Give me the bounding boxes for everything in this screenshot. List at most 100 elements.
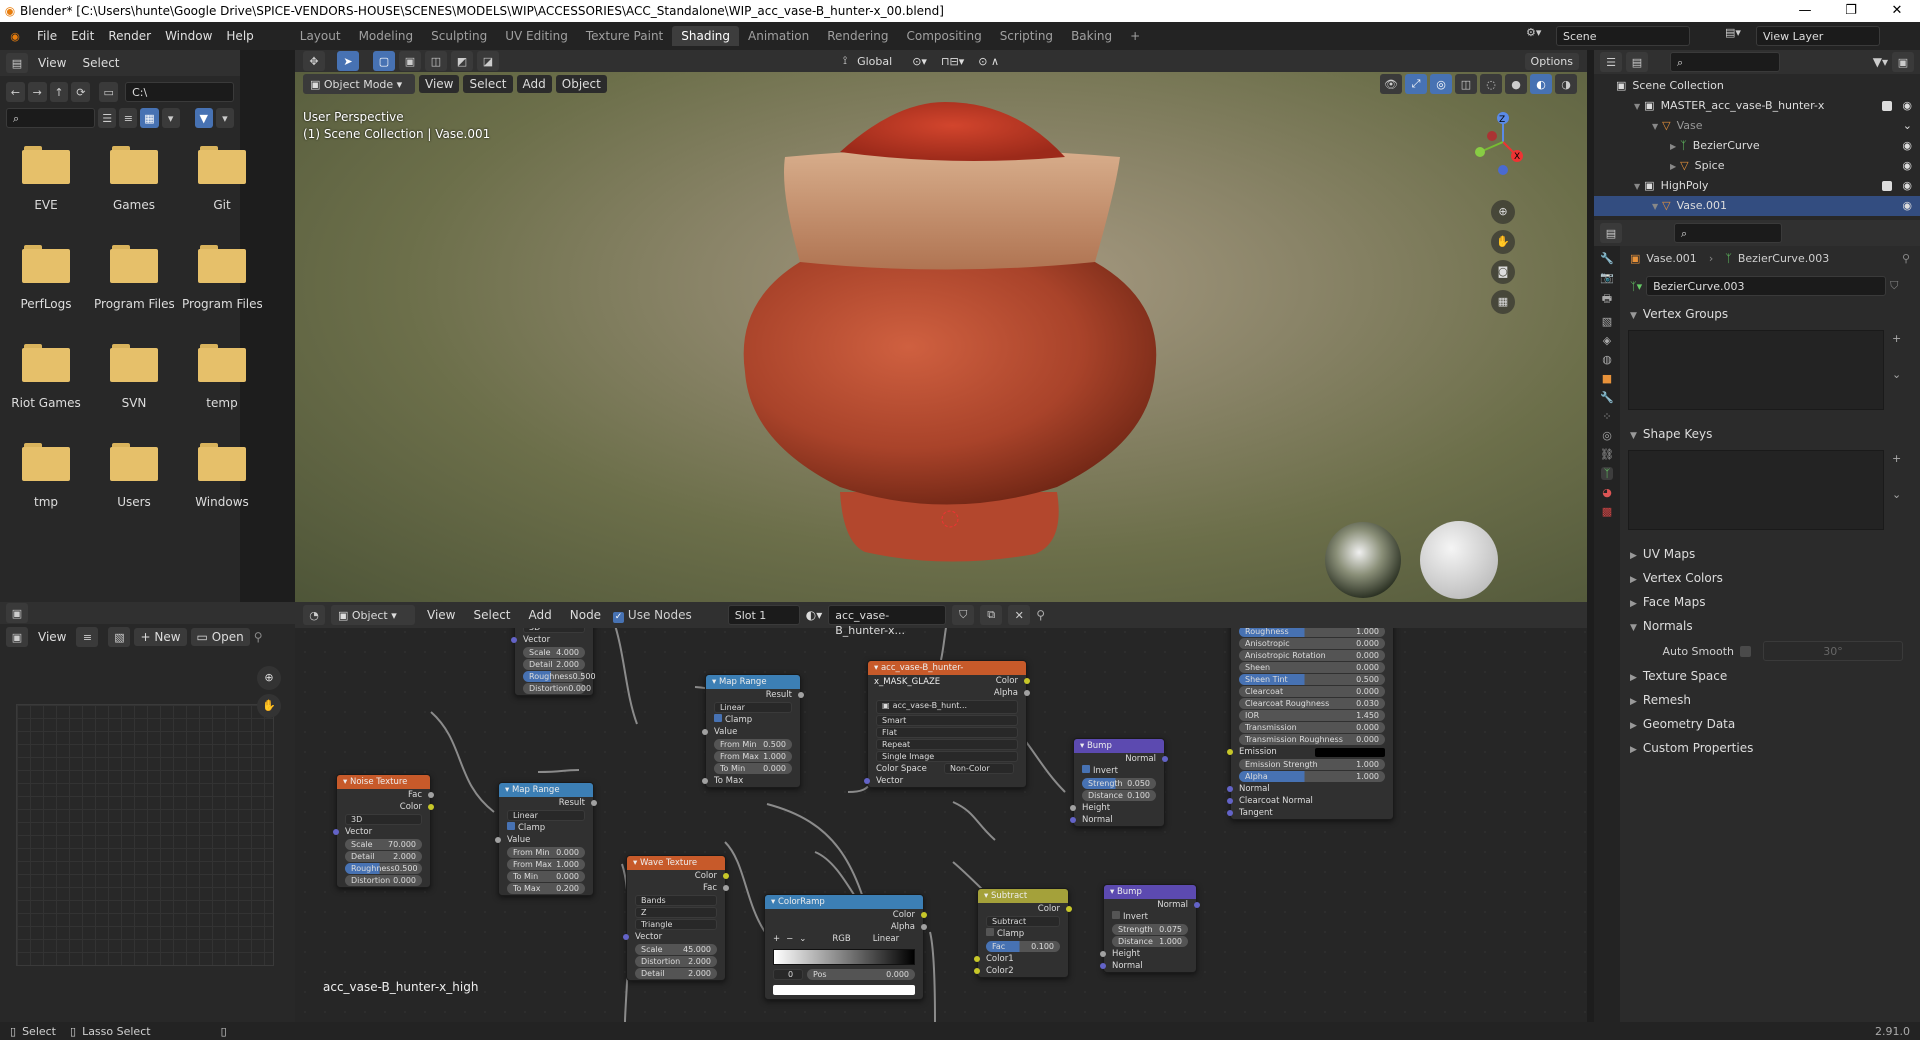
node-slider[interactable]: Detail 2.000 (635, 968, 717, 979)
file-search-input[interactable]: ⌕ (6, 108, 96, 128)
output-socket[interactable] (798, 692, 804, 698)
node-dropdown[interactable]: Linear (714, 702, 792, 713)
box-select-icon[interactable]: ▢ (373, 51, 395, 71)
outliner-item[interactable]: ▶ ᛉ BezierCurve ◉ (1594, 136, 1920, 156)
node-slider[interactable]: Strength 0.050 (1082, 778, 1156, 789)
folder-item[interactable]: Program Files... (182, 245, 262, 311)
node-slider[interactable]: Fac 0.100 (986, 941, 1060, 952)
node-checkbox[interactable]: Clamp (978, 928, 1068, 940)
tab-modeling[interactable]: Modeling (350, 26, 423, 46)
image-texture-node[interactable]: ▾ acc_vase-B_hunter-x_MASK_GLAZE Color Alp… (864, 660, 1030, 788)
menu-edit[interactable]: Edit (64, 29, 101, 43)
expand-triangle-icon[interactable]: ▼ (1634, 102, 1640, 111)
map-range-node[interactable]: ▾ Map Range Result Linear Clamp Value From Mi… (495, 782, 597, 896)
node-title[interactable]: ▾ Wave Texture (627, 856, 725, 870)
tab-texture-paint[interactable]: Texture Paint (577, 26, 672, 46)
select-tool-icon[interactable]: ➤ (337, 51, 359, 71)
folder-item[interactable]: temp (182, 344, 262, 410)
filter-icon[interactable]: ▼ (194, 108, 213, 128)
tab-scripting[interactable]: Scripting (991, 26, 1062, 46)
node-slider[interactable]: From Min 0.000 (507, 847, 585, 858)
pin-icon[interactable]: ⚲ (254, 630, 263, 644)
node-slider[interactable]: Scale 4.000 (523, 647, 585, 658)
parent-dir-icon[interactable]: ↑ (49, 82, 69, 102)
output-socket[interactable] (1162, 756, 1168, 762)
node-slider[interactable]: Detail 2.000 (523, 659, 585, 670)
output-socket[interactable] (1024, 690, 1030, 696)
eye-visibility-icon[interactable]: ⌄ (1903, 116, 1912, 136)
view-layer-tab-icon[interactable]: ▧ (1602, 315, 1612, 328)
ramp-interp[interactable]: Linear (873, 933, 899, 945)
pin-icon[interactable]: ⚲ (1036, 608, 1045, 622)
node-slider[interactable]: Clearcoat Roughness 0.030 (1239, 698, 1385, 709)
node-dropdown[interactable]: Subtract (986, 916, 1060, 927)
node-title[interactable]: ▾ Bump (1074, 739, 1164, 753)
outliner-item[interactable]: ▶ ▽ Spice ◉ (1594, 156, 1920, 176)
eye-visibility-icon[interactable]: ◉ (1902, 136, 1912, 156)
scene-selector[interactable]: Scene (1556, 26, 1690, 46)
node-title[interactable]: ▾ Subtract (978, 889, 1068, 903)
menu-help[interactable]: Help (219, 29, 260, 43)
folder-item[interactable]: tmp (6, 443, 86, 509)
filter-dropdown-icon[interactable]: ▾ (215, 108, 235, 128)
select-intersect-icon[interactable]: ◪ (477, 51, 499, 71)
emission-color-swatch[interactable] (1315, 748, 1385, 757)
output-socket[interactable] (428, 792, 434, 798)
map-range-node[interactable]: ▾ Map Range Result Linear Clamp Value From Mi… (702, 674, 804, 788)
orientation-icon[interactable]: ⟟ (843, 54, 847, 68)
collection-checkbox[interactable] (1882, 101, 1892, 111)
dropdown-icon[interactable]: ⌄ (1892, 368, 1901, 381)
transform-tool-icon[interactable]: ✥ (303, 51, 325, 71)
shader-type-dropdown[interactable]: ▣ Object ▾ (331, 605, 415, 625)
node-slider[interactable]: Emission Strength 1.000 (1239, 759, 1385, 770)
editor-type-icon[interactable]: ◔ (303, 605, 325, 625)
input-socket[interactable] (1100, 951, 1106, 957)
node-dropdown[interactable]: Linear (507, 810, 585, 821)
output-tab-icon[interactable]: 🖶 (1602, 290, 1612, 309)
minimize-button[interactable]: — (1782, 0, 1828, 22)
node-slider[interactable]: Anisotropic Rotation 0.000 (1239, 650, 1385, 661)
new-folder-icon[interactable]: ▭ (99, 82, 119, 102)
output-socket[interactable] (921, 912, 927, 918)
ramp-stop-index[interactable]: 0 (773, 969, 803, 980)
data-block-name-field[interactable]: BezierCurve.003 (1646, 276, 1887, 296)
texture-tab-icon[interactable]: ▩ (1602, 505, 1612, 518)
color-ramp-node[interactable]: ▾ ColorRamp Color Alpha + − ⌄ RGB Linear 0 Pos 0.0… (764, 894, 927, 1000)
close-button[interactable]: ✕ (1874, 0, 1920, 22)
remove-stop-icon[interactable]: − (786, 933, 793, 945)
new-collection-icon[interactable]: ▣ (1892, 52, 1914, 72)
dropdown-icon[interactable]: ⌄ (1892, 488, 1901, 501)
panel-uv-maps[interactable]: ▶ UV Maps (1620, 542, 1920, 566)
tab-uv-editing[interactable]: UV Editing (496, 26, 577, 46)
panel-vertex-groups[interactable]: ▼ Vertex Groups (1620, 302, 1920, 326)
tab-compositing[interactable]: Compositing (897, 26, 990, 46)
node-title[interactable]: ▾ Bump (1104, 885, 1196, 899)
menu-node[interactable]: Node (564, 606, 607, 624)
vase-model[interactable]: Z X (295, 72, 1587, 602)
outliner-item[interactable]: ▼ ▽ Vase ⌄ (1594, 116, 1920, 136)
render-tab-icon[interactable]: 📷 (1600, 271, 1614, 284)
node-slider[interactable]: To Max 0.200 (507, 883, 585, 894)
outliner-item[interactable]: ▼ ▣ HighPoly ◉ (1594, 176, 1920, 196)
input-socket[interactable] (1070, 805, 1076, 811)
node-slider[interactable]: Anisotropic 0.000 (1239, 638, 1385, 649)
node-slider[interactable]: Transmission Roughness 0.000 (1239, 734, 1385, 745)
add-workspace-icon[interactable]: + (1121, 26, 1149, 46)
select-extend-icon[interactable]: ▣ (399, 51, 421, 71)
node-slider[interactable]: Distortion0.000 (523, 683, 591, 694)
node-slider[interactable]: To Min 0.000 (714, 763, 792, 774)
expand-triangle-icon[interactable]: ▶ (1670, 162, 1676, 171)
menu-select[interactable]: Select (467, 606, 516, 624)
3d-viewport[interactable]: ▣ Object Mode ▾ View Select Add Object 👁… (295, 72, 1587, 602)
menu-render[interactable]: Render (101, 29, 158, 43)
ramp-pos-slider[interactable]: Pos 0.000 (807, 969, 915, 980)
input-socket[interactable] (1227, 749, 1233, 755)
node-slider[interactable]: Distortion0.000 (345, 875, 422, 886)
list-vertical-icon[interactable]: ☰ (98, 108, 117, 128)
node-slider[interactable]: Distortion 2.000 (635, 956, 717, 967)
pivot-icon[interactable]: ⊙▾ (912, 55, 927, 68)
input-socket[interactable] (974, 968, 980, 974)
outliner-search-input[interactable]: ⌕ (1670, 52, 1780, 72)
image-browse-icon[interactable]: ▧ (108, 627, 131, 647)
physics-tab-icon[interactable]: ◎ (1602, 429, 1612, 442)
